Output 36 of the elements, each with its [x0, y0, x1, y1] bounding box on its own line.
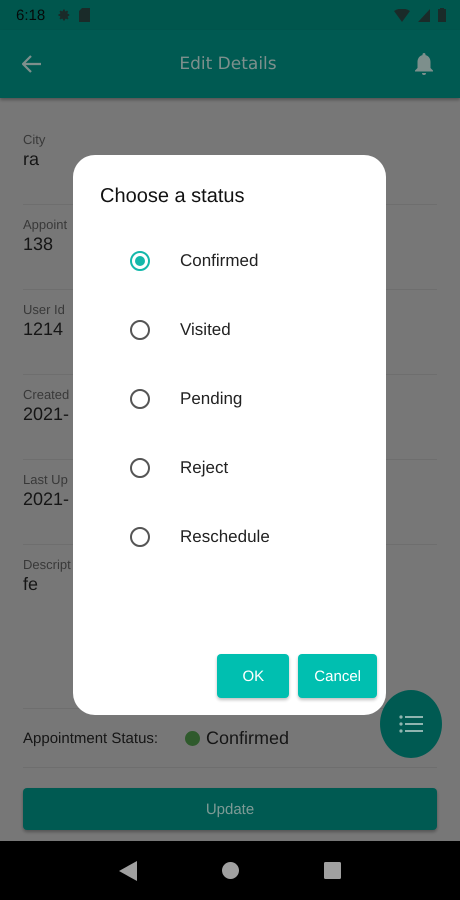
radio-button[interactable]: [130, 388, 150, 408]
screen-title: Edit Details: [179, 54, 277, 74]
option-label[interactable]: Pending: [180, 388, 242, 408]
option-label[interactable]: Confirmed: [180, 250, 258, 270]
field-label: City: [23, 132, 46, 147]
home-icon[interactable]: [222, 862, 239, 879]
signal-icon: [418, 8, 430, 22]
battery-icon: [438, 8, 446, 22]
option-label[interactable]: Reschedule: [180, 526, 270, 546]
option-label[interactable]: Reject: [180, 458, 228, 478]
status-time: 6:18: [16, 6, 46, 24]
wifi-icon: [394, 8, 410, 22]
radio-button[interactable]: [130, 458, 150, 478]
field-value: ra: [23, 149, 40, 170]
status-value: Confirmed: [206, 728, 290, 748]
back-icon[interactable]: [118, 860, 137, 880]
gear-icon: [57, 8, 72, 22]
field-value: 1214: [23, 319, 64, 340]
field-value: fe: [23, 574, 38, 595]
field-label: User Id: [23, 302, 65, 317]
sd-card-icon: [79, 8, 90, 22]
field-value: 2021-: [23, 489, 70, 510]
radio-button[interactable]: [130, 526, 150, 546]
option-label[interactable]: Visited: [180, 320, 231, 340]
field-value: 2021-: [23, 404, 70, 425]
dialog-title: Choose a status: [100, 185, 246, 208]
radio-button[interactable]: [130, 320, 150, 340]
status-label: Appointment Status:: [23, 730, 160, 746]
radio-button[interactable]: [130, 250, 150, 270]
list-icon: [399, 715, 423, 733]
field-label: Created: [23, 387, 70, 402]
field-label: Descript: [23, 557, 71, 572]
field-label: Appoint: [23, 217, 68, 232]
field-value: 138: [23, 234, 54, 255]
field-label: Last Up: [23, 472, 68, 487]
recents-icon[interactable]: [324, 862, 342, 879]
